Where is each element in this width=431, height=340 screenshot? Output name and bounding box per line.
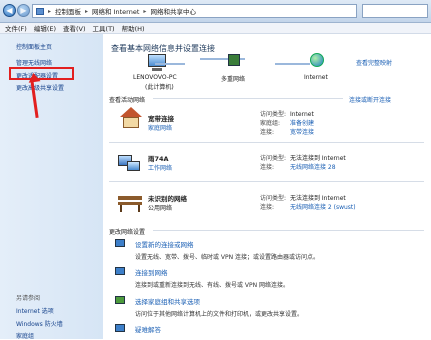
task-troubleshoot[interactable]: 疑难解答: [115, 324, 161, 334]
address-bar-area: ◀ ▶ ▸ 控制面板 ▸ 网络和 Internet ▸ 网络和共享中心: [0, 0, 431, 23]
task-new-connection[interactable]: 设置新的连接或网络 设置无线、宽带、拨号、临时或 VPN 连接；或设置路由器或访问…: [115, 239, 319, 261]
map-pc-sub: (此计算机): [145, 84, 174, 91]
multinet-icon: [228, 54, 240, 66]
network-1-homegroup: 家庭组: 准备创建: [260, 120, 315, 127]
network-3-name: 未识别的网络: [148, 195, 187, 203]
network-2-access: 访问类型: 无法连接到 Internet: [260, 155, 346, 162]
page-title: 查看基本网络信息并设置连接: [111, 44, 215, 53]
search-input[interactable]: [362, 4, 428, 18]
network-2-connection: 连接: 无线网络连接 28: [260, 164, 336, 171]
menu-bar: 文件(F) 编辑(E) 查看(V) 工具(T) 帮助(H): [0, 23, 431, 34]
network-3-access: 访问类型: 无法连接到 Internet: [260, 195, 346, 202]
full-map-link[interactable]: 查看完整映射: [356, 58, 392, 67]
breadcrumb-control-panel[interactable]: 控制面板: [55, 6, 81, 16]
sidebar-internet-options[interactable]: Internet 选项: [16, 306, 54, 315]
globe-icon: [310, 53, 324, 67]
forward-button[interactable]: ▶: [17, 4, 30, 17]
network-1-connection: 连接: 宽带连接: [260, 129, 315, 136]
sidebar-firewall[interactable]: Windows 防火墙: [16, 319, 63, 328]
network-1-type[interactable]: 家庭网络: [148, 123, 172, 132]
address-box[interactable]: ▸ 控制面板 ▸ 网络和 Internet ▸ 网络和共享中心: [32, 4, 357, 18]
main-panel: 查看基本网络信息并设置连接 查看完整映射 LENOVOVO-PC (此计算机) …: [103, 34, 431, 339]
office-icon: [118, 152, 142, 174]
back-button[interactable]: ◀: [3, 4, 16, 17]
network-1-name: 宽带连接: [148, 115, 174, 123]
task-connect[interactable]: 连接到网络 连接到或重新连接到无线、有线、拨号或 VPN 网络连接。: [115, 267, 289, 289]
menu-view[interactable]: 查看(V): [63, 23, 86, 33]
sidebar-item-wireless[interactable]: 管理无线网络: [16, 58, 52, 67]
highlight-box: [9, 67, 74, 80]
map-multinet-label: 多重网络: [221, 76, 246, 83]
house-icon: [118, 107, 142, 129]
arrow-head: [27, 72, 41, 83]
map-pc-label: LENOVOVO-PC: [133, 74, 177, 81]
see-also-title: 另请参阅: [16, 295, 41, 302]
menu-help[interactable]: 帮助(H): [122, 23, 145, 33]
change-settings-title: 更改网络设置: [109, 229, 146, 236]
network-3-type: 公用网络: [148, 205, 173, 212]
breadcrumb-network-internet[interactable]: 网络和 Internet: [92, 6, 139, 16]
menu-edit[interactable]: 编辑(E): [34, 23, 56, 33]
active-networks-title: 查看活动网络: [109, 97, 146, 104]
sidebar-home[interactable]: 控制面板主页: [16, 42, 52, 51]
network-1-access: 访问类型: Internet: [260, 111, 314, 118]
network-2-type[interactable]: 工作网络: [148, 163, 172, 172]
menu-file[interactable]: 文件(F): [5, 23, 27, 33]
sidebar-item-sharing[interactable]: 更改高级共享设置: [16, 83, 64, 92]
task-homegroup[interactable]: 选择家庭组和共享选项 访问位于其他网络计算机上的文件和打印机，或更改共享设置。: [115, 296, 303, 318]
breadcrumb-network-center[interactable]: 网络和共享中心: [150, 6, 196, 16]
bench-icon: [118, 192, 142, 214]
network-3-connection: 连接: 无线网络连接 2 (swust): [260, 204, 356, 211]
network-2-name: 雨74A: [148, 155, 169, 163]
troubleshoot-icon: [115, 324, 125, 332]
menu-tools[interactable]: 工具(T): [93, 23, 115, 33]
connect-icon: [115, 267, 125, 275]
map-internet-label: Internet: [304, 74, 328, 81]
homegroup-icon: [115, 296, 125, 304]
connect-disconnect-link[interactable]: 连接或断开连接: [349, 95, 391, 104]
setup-icon: [115, 239, 125, 247]
network-icon: [36, 7, 44, 15]
